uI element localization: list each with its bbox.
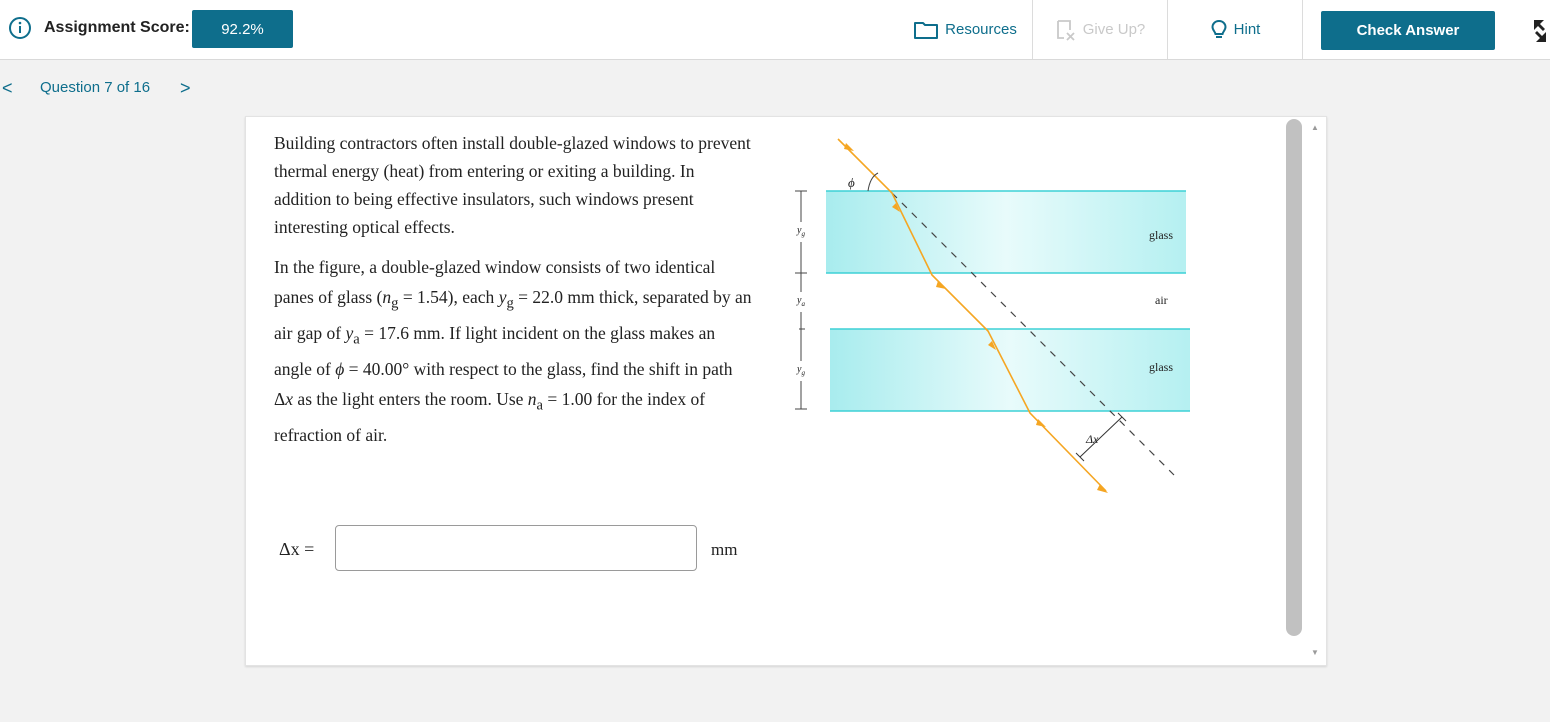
phi-symbol: ϕ xyxy=(335,359,345,380)
answer-input[interactable] xyxy=(335,525,697,571)
double-glazed-window-figure: ϕ Δx yg ya yg glass air glass xyxy=(794,138,1190,493)
air-label: air xyxy=(1155,293,1168,307)
top-bar: Assignment Score: 92.2% Resources Give U… xyxy=(0,0,1550,60)
ng-symbol: n xyxy=(382,286,392,307)
dx-symbol: x xyxy=(285,389,294,410)
next-question-button[interactable]: > xyxy=(180,78,191,99)
assignment-score-badge: 92.2% xyxy=(192,10,293,48)
assignment-score-label: Assignment Score: xyxy=(44,19,190,36)
answer-unit: mm xyxy=(711,540,738,559)
answer-label: Δx = xyxy=(279,539,315,559)
resources-label: Resources xyxy=(945,21,1017,38)
give-up-icon xyxy=(1056,19,1075,41)
hint-label: Hint xyxy=(1233,21,1261,38)
na-symbol: n xyxy=(527,389,537,410)
glass-pane-bottom xyxy=(830,329,1190,411)
phi-figure-label: ϕ xyxy=(848,175,855,190)
question-counter[interactable]: Question 7 of 16 xyxy=(40,79,150,96)
expand-arrows-icon[interactable] xyxy=(1530,18,1550,44)
folder-icon xyxy=(914,21,939,39)
previous-question-button[interactable]: < xyxy=(2,78,13,99)
scrollbar-thumb[interactable] xyxy=(1286,119,1302,636)
give-up-button[interactable]: Give Up? xyxy=(1033,0,1168,59)
give-up-label: Give Up? xyxy=(1082,21,1146,38)
yg-top-sub: g xyxy=(801,230,805,238)
lightbulb-icon xyxy=(1211,19,1227,38)
glass-pane-top xyxy=(826,191,1186,273)
question-card: Building contractors often install doubl… xyxy=(245,116,1327,666)
problem-paragraph-1: Building contractors often install doubl… xyxy=(274,133,751,237)
yg-bottom-sub: g xyxy=(801,369,805,377)
yg-subscript: g xyxy=(506,295,514,312)
glass-top-label: glass xyxy=(1149,228,1173,242)
p2-text-f: as the light enters the room. Use xyxy=(293,389,528,410)
info-circle-icon[interactable] xyxy=(8,16,32,40)
glass-bottom-label: glass xyxy=(1149,360,1173,374)
check-answer-button[interactable]: Check Answer xyxy=(1321,11,1495,50)
problem-paragraph-2: In the figure, a double-glazed window co… xyxy=(274,253,754,451)
ya-sub: a xyxy=(801,300,805,308)
problem-text: Building contractors often install doubl… xyxy=(274,129,754,463)
dx-figure-label: Δx xyxy=(1085,432,1099,446)
hint-button[interactable]: Hint xyxy=(1168,0,1303,59)
resources-button[interactable]: Resources xyxy=(898,0,1033,59)
scroll-down-arrow-icon[interactable]: ▼ xyxy=(1311,648,1319,657)
scroll-up-arrow-icon[interactable]: ▲ xyxy=(1311,123,1319,132)
p2-text-b: = 1.54), each xyxy=(398,286,499,307)
